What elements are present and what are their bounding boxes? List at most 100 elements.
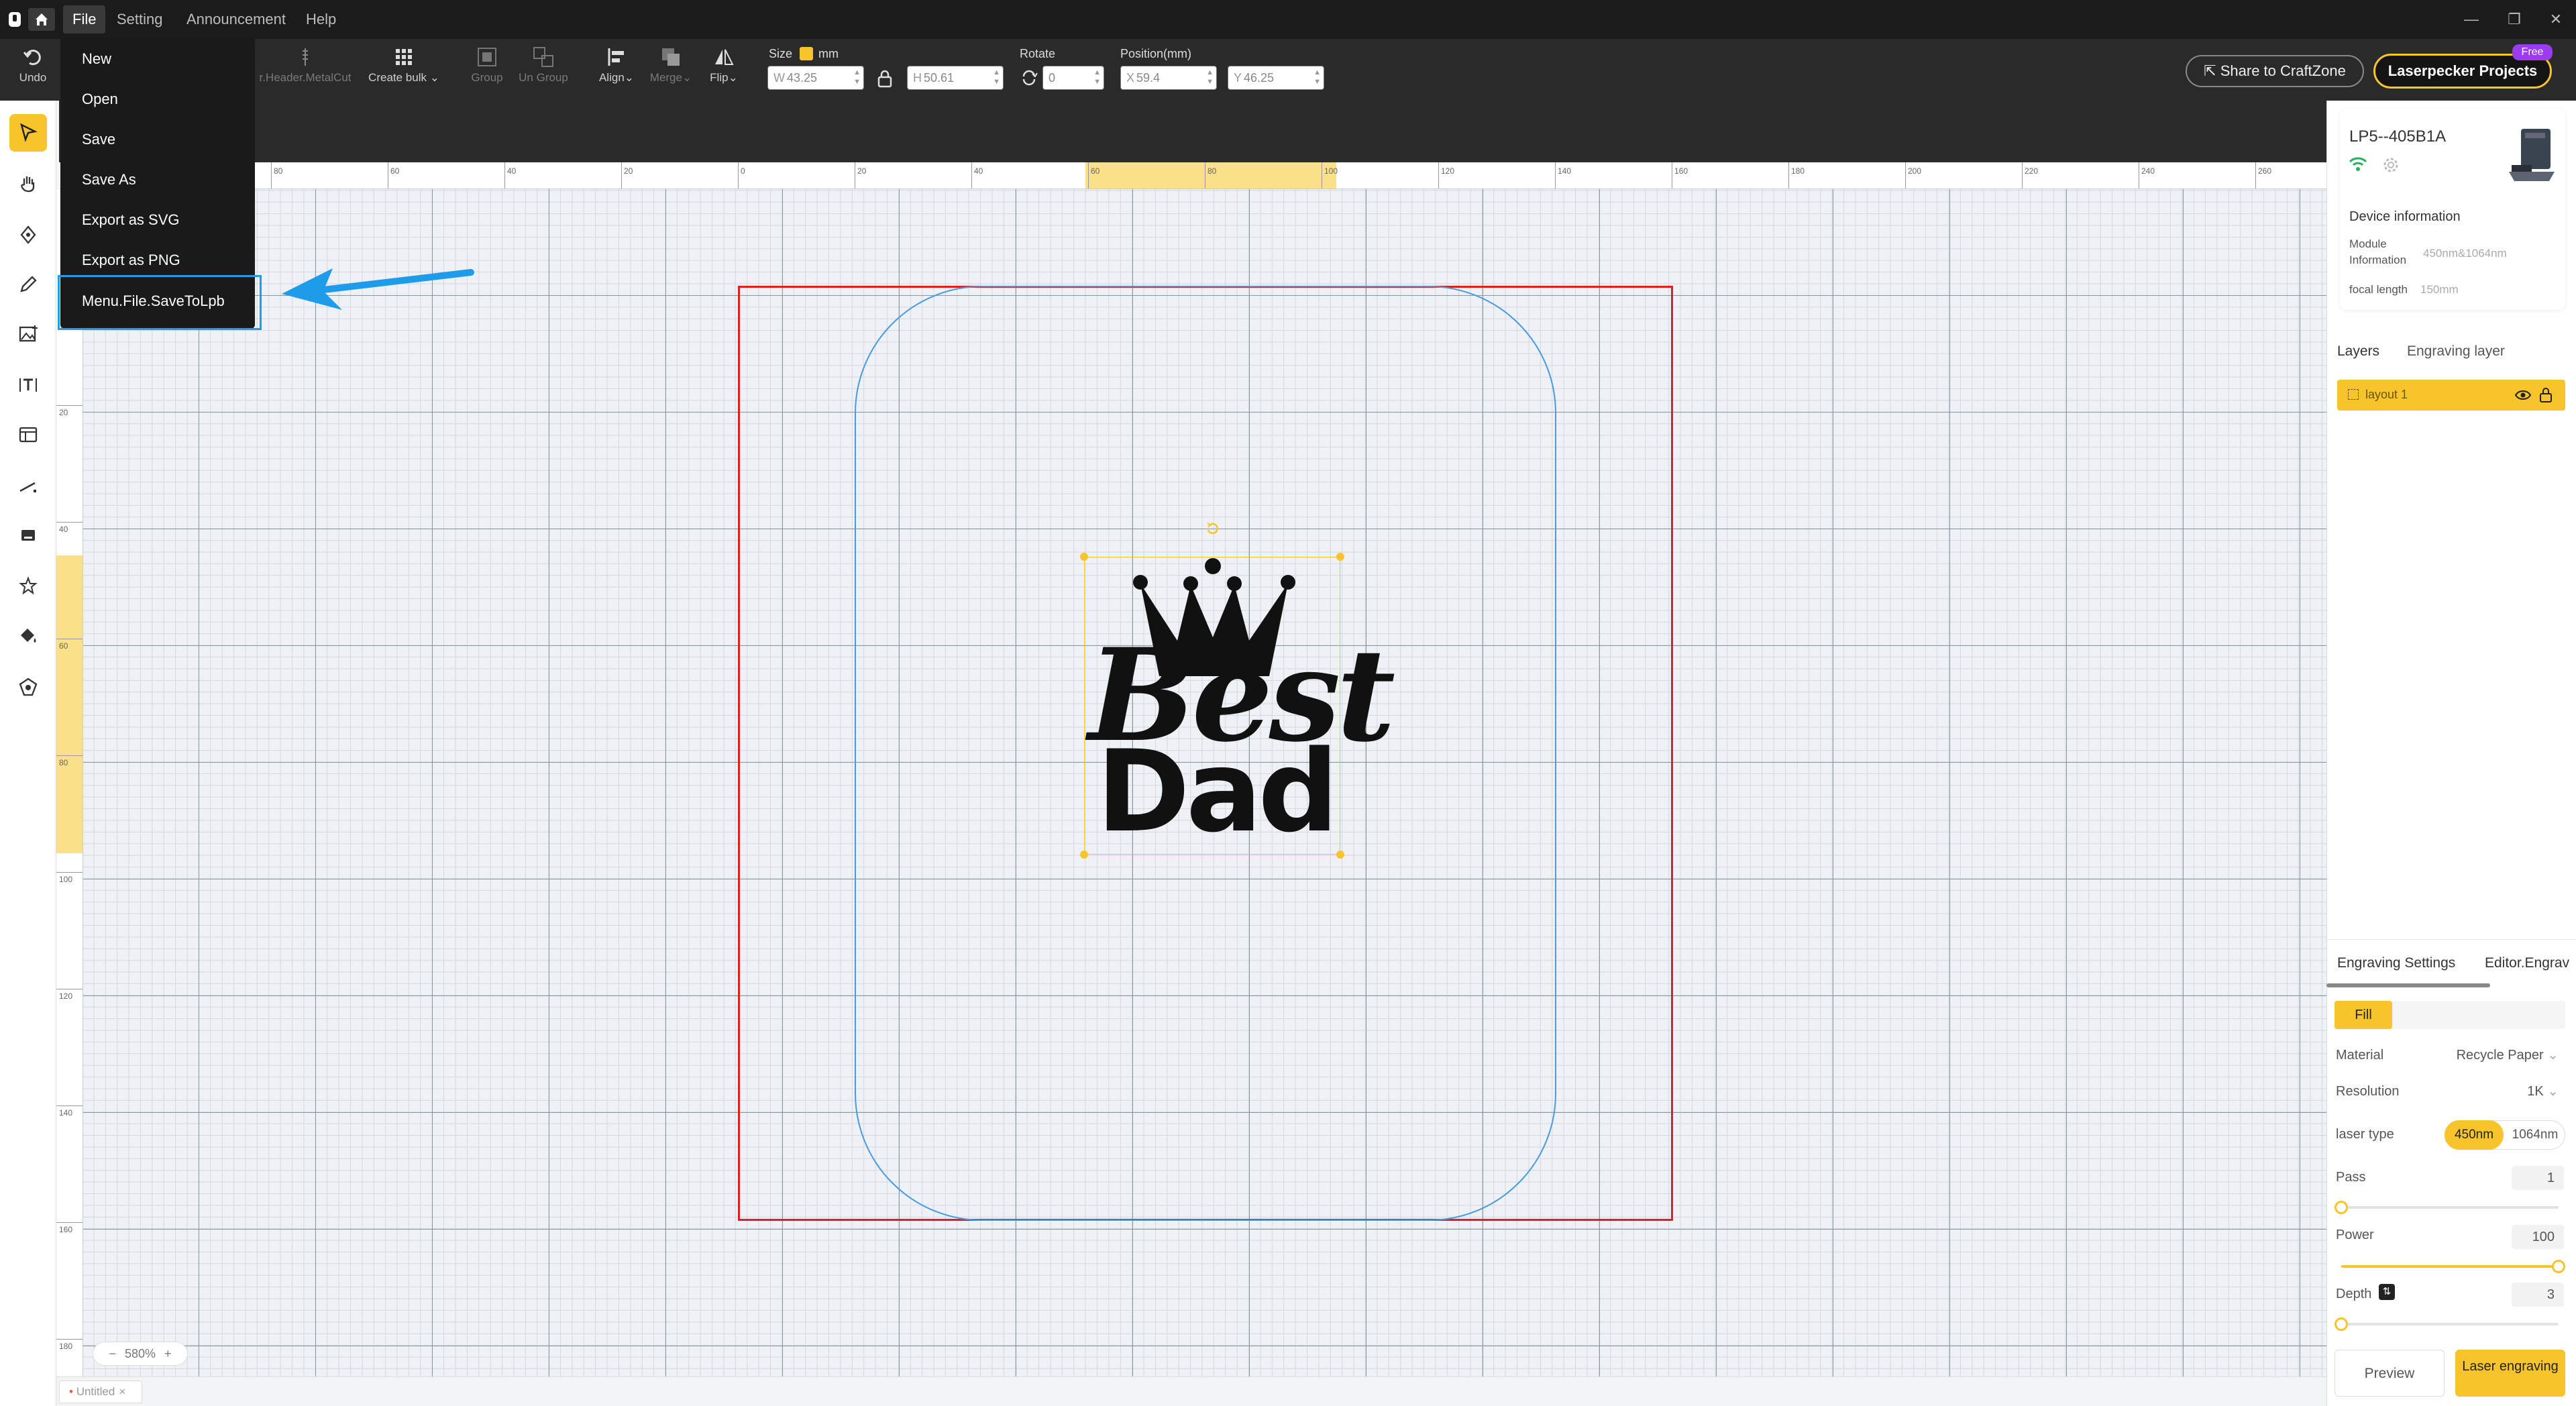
laser-option-450nm[interactable]: 450nm: [2445, 1120, 2504, 1150]
pencil-icon: [20, 276, 37, 292]
lock-icon[interactable]: [876, 68, 894, 89]
depth-input[interactable]: 3: [2512, 1283, 2564, 1307]
eye-icon[interactable]: [2514, 388, 2532, 402]
resolution-select[interactable]: 1K ⌄: [2483, 1083, 2559, 1099]
size-unit-toggle[interactable]: [800, 47, 813, 60]
pen-tool[interactable]: [9, 216, 47, 254]
fill-mode-button[interactable]: Fill: [2334, 1001, 2392, 1029]
lock-icon[interactable]: [2538, 386, 2553, 404]
ruler-tick-label: 40: [59, 525, 68, 534]
menu-item-save-as[interactable]: Save As: [82, 171, 136, 188]
menu-item-save[interactable]: Save: [82, 131, 115, 148]
shape-tool[interactable]: [9, 567, 47, 605]
merge-button[interactable]: Merge⌄: [645, 46, 696, 85]
create-bulk-button[interactable]: Create bulk ⌄: [362, 46, 445, 85]
close-icon[interactable]: ✕: [2536, 0, 2576, 39]
image-tool[interactable]: [9, 315, 47, 353]
pass-slider-track[interactable]: [2341, 1206, 2559, 1209]
ruler-tick: [504, 162, 505, 188]
rotate-field[interactable]: 0 ▲ ▼: [1042, 66, 1104, 90]
menu-help[interactable]: Help: [297, 0, 345, 39]
layer-frame-icon: [2348, 389, 2359, 400]
flip-icon: [715, 49, 734, 65]
ruler-tick-label: 140: [1558, 166, 1572, 176]
zoom-out-button[interactable]: −: [109, 1347, 116, 1360]
tab-engraving-settings[interactable]: Engraving Settings: [2337, 955, 2455, 971]
preview-button[interactable]: Preview: [2334, 1350, 2445, 1397]
ruler-tick: [56, 1222, 83, 1223]
tab-engraving-layer[interactable]: Engraving layer: [2407, 343, 2505, 360]
line-tool[interactable]: [9, 467, 47, 504]
laser-engraving-button[interactable]: Laser engraving: [2455, 1350, 2565, 1397]
group-button[interactable]: Group: [466, 46, 508, 85]
menu-item-new[interactable]: New: [82, 50, 111, 68]
undo-button[interactable]: Undo: [9, 46, 56, 85]
ruler-tick-label: 80: [59, 758, 68, 767]
tab-editor-engrave[interactable]: Editor.Engrav: [2485, 955, 2569, 971]
text-tool[interactable]: [9, 366, 47, 404]
width-field[interactable]: W 43.25 ▲ ▼: [767, 66, 864, 90]
selection-handle[interactable]: [1080, 553, 1088, 561]
ruler-tick-label: 40: [974, 166, 983, 176]
menu-setting[interactable]: Setting: [107, 0, 172, 39]
free-badge: Free: [2512, 44, 2553, 60]
minimize-icon[interactable]: —: [2451, 0, 2491, 39]
text-icon: [19, 378, 37, 392]
pencil-tool[interactable]: [9, 266, 47, 303]
depth-label: Depth: [2336, 1287, 2372, 1301]
gear-icon[interactable]: [2381, 156, 2400, 174]
pass-label: Pass: [2336, 1170, 2366, 1185]
material-tool[interactable]: [9, 668, 47, 706]
flip-button[interactable]: Flip⌄: [703, 46, 745, 85]
document-tab[interactable]: • Untitled ×: [59, 1381, 142, 1403]
gem-icon: [19, 678, 38, 696]
ungroup-button[interactable]: Un Group: [511, 46, 576, 85]
power-input[interactable]: 100: [2512, 1225, 2564, 1249]
restore-icon[interactable]: ❐: [2494, 0, 2534, 39]
table-tool[interactable]: [9, 416, 47, 453]
hand-icon: [21, 176, 35, 193]
selection-handle[interactable]: [1336, 553, 1344, 561]
height-field[interactable]: H 50.61 ▲ ▼: [907, 66, 1004, 90]
line-icon: [19, 482, 36, 492]
zoom-in-button[interactable]: +: [164, 1347, 172, 1360]
metalcut-button[interactable]: r.Header.MetalCut: [255, 46, 356, 85]
design-canvas[interactable]: Best Dad: [83, 189, 2326, 1376]
home-icon[interactable]: [28, 8, 55, 31]
layer-name: layout 1: [2365, 388, 2408, 401]
align-button[interactable]: Align⌄: [593, 46, 640, 85]
layer-item[interactable]: layout 1: [2337, 380, 2565, 411]
pass-slider-knob[interactable]: [2334, 1201, 2348, 1214]
menu-item-export-svg[interactable]: Export as SVG: [82, 211, 180, 229]
ruler-tick-label: 80: [1208, 166, 1217, 176]
menu-item-export-png[interactable]: Export as PNG: [82, 252, 180, 269]
material-select[interactable]: Recycle Paper ⌄: [2443, 1046, 2559, 1063]
close-tab-icon[interactable]: ×: [119, 1385, 125, 1398]
menu-file[interactable]: File: [63, 5, 106, 34]
tab-layers[interactable]: Layers: [2337, 343, 2379, 360]
power-slider-knob[interactable]: [2552, 1260, 2565, 1273]
depth-slider-track[interactable]: [2341, 1323, 2559, 1326]
barcode-tool[interactable]: [9, 517, 47, 554]
depth-info-icon[interactable]: ⇅: [2379, 1284, 2395, 1300]
menu-announcement[interactable]: Announcement: [177, 0, 295, 39]
depth-slider-knob[interactable]: [2334, 1317, 2348, 1331]
select-tool[interactable]: [9, 114, 47, 152]
hand-tool[interactable]: [9, 165, 47, 203]
ruler-tick-label: 0: [741, 166, 745, 176]
y-position-field[interactable]: Y 46.25 ▲ ▼: [1228, 66, 1324, 90]
ruler-tick: [621, 162, 622, 188]
menu-item-open[interactable]: Open: [82, 91, 118, 108]
pass-input[interactable]: 1: [2512, 1166, 2564, 1190]
fill-tool[interactable]: [9, 617, 47, 655]
share-to-craftzone-button[interactable]: ⇱ Share to CraftZone: [2186, 55, 2364, 87]
selection-handle[interactable]: [1080, 851, 1088, 859]
wifi-icon: [2348, 156, 2368, 173]
undo-icon: [23, 50, 41, 66]
rotate-handle-icon[interactable]: [1203, 519, 1222, 538]
laser-option-1064nm[interactable]: 1064nm: [2505, 1120, 2565, 1150]
x-position-field[interactable]: X 59.4 ▲ ▼: [1120, 66, 1217, 90]
ruler-tick-label: 80: [274, 166, 283, 176]
panel-divider: [2326, 939, 2576, 940]
zoom-control: − 580% +: [93, 1342, 188, 1366]
